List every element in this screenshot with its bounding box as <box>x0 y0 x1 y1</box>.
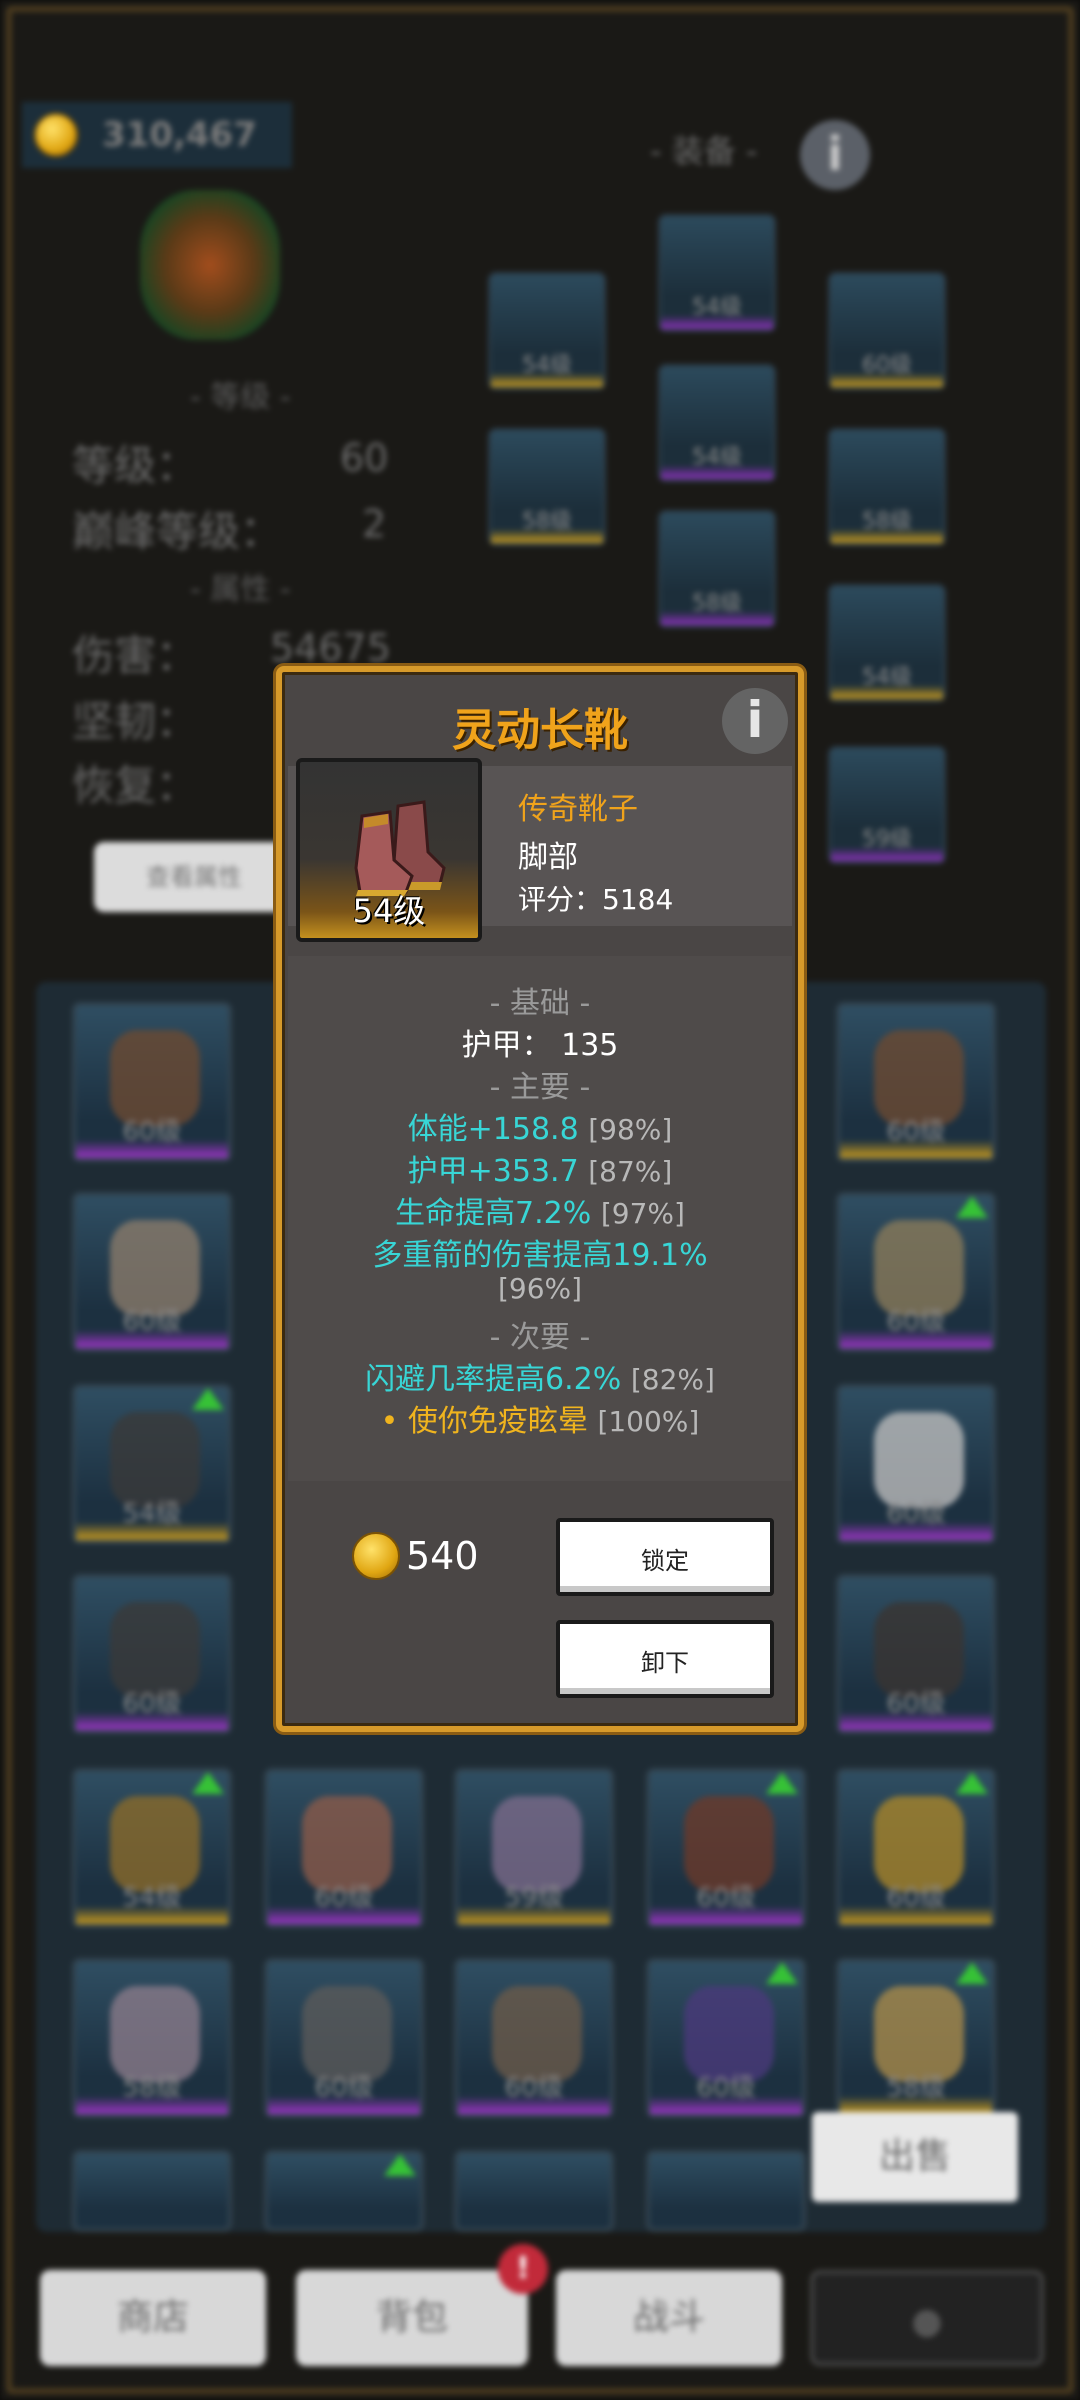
nav-locked-button[interactable]: ● <box>810 2270 1044 2366</box>
upgrade-arrow-icon <box>766 1962 798 1984</box>
peak-level-value: 2 <box>362 502 387 546</box>
equipment-title: - 装备 - <box>650 132 758 170</box>
bag-item[interactable] <box>264 2150 424 2232</box>
bag-item[interactable]: 60级 <box>646 1958 806 2118</box>
upgrade-arrow-icon <box>766 1772 798 1794</box>
bag-item[interactable]: 60级 <box>836 1002 996 1162</box>
recovery-label: 恢复： <box>72 761 199 810</box>
bag-item[interactable]: 60级 <box>264 1958 424 2118</box>
bag-item[interactable]: 59级 <box>454 1768 614 1928</box>
view-attributes-button[interactable]: 查看属性 <box>94 842 294 912</box>
upgrade-arrow-icon <box>956 1962 988 1984</box>
bag-item[interactable]: 54级 <box>72 1768 232 1928</box>
item-slot: 脚部 <box>518 840 578 875</box>
notification-badge: ! <box>498 2244 548 2294</box>
gold-counter: 310,467 <box>22 102 292 168</box>
bag-item[interactable] <box>646 2150 806 2232</box>
gold-coin-icon <box>352 1532 400 1580</box>
upgrade-arrow-icon <box>956 1772 988 1794</box>
legendary-stat: • 使你免疫眩晕 [100%] <box>380 1404 700 1439</box>
item-score: 评分：5184 <box>518 878 673 918</box>
equipment-info-icon[interactable]: i <box>800 120 870 190</box>
gold-amount: 310,467 <box>102 115 257 155</box>
nav-shop-button[interactable]: 商店 <box>40 2270 266 2366</box>
nav-bag-button[interactable]: 背包 <box>296 2270 528 2366</box>
damage-label: 伤害： <box>72 631 199 680</box>
bag-item[interactable]: 60级 <box>72 1574 232 1734</box>
equip-slot-gloves[interactable]: 58级 <box>488 428 606 546</box>
secondary-section-header: - 次要 - <box>489 1320 591 1355</box>
bag-item[interactable]: 60级 <box>264 1768 424 1928</box>
equip-slot-bracer[interactable]: 58级 <box>828 428 946 546</box>
upgrade-arrow-icon <box>384 2154 416 2176</box>
item-level: 54级 <box>352 892 426 930</box>
level-label: 等级： <box>72 441 199 490</box>
basic-stat: 护甲： 135 <box>461 1028 619 1063</box>
bag-item[interactable]: 58级 <box>72 1958 232 2118</box>
nav-battle-button[interactable]: 战斗 <box>556 2270 782 2366</box>
level-section-header: - 等级 - <box>190 380 291 415</box>
lock-icon: ● <box>911 2301 943 2342</box>
lock-button[interactable]: 锁定 <box>556 1518 774 1596</box>
upgrade-arrow-icon <box>192 1772 224 1794</box>
main-stat: 多重箭的伤害提高19.1% <box>372 1238 708 1273</box>
main-section-header: - 主要 - <box>489 1070 591 1105</box>
bag-item[interactable]: 60级 <box>836 1192 996 1352</box>
bag-item[interactable]: 58级 <box>836 1958 996 2118</box>
score-label: 评分： <box>518 883 603 916</box>
secondary-stat: 闪避几率提高6.2% [82%] <box>365 1362 715 1397</box>
bag-item[interactable]: 60级 <box>72 1002 232 1162</box>
equip-slot-weapon[interactable]: 59级 <box>828 746 946 864</box>
main-stat-percent: [96%] <box>497 1272 583 1305</box>
main-stat: 护甲+353.7 [87%] <box>407 1154 673 1189</box>
damage-value: 54675 <box>270 626 391 670</box>
main-stat: 生命提高7.2% [97%] <box>395 1196 685 1231</box>
sell-price: 540 <box>406 1534 479 1578</box>
attributes-section-header: - 属性 - <box>190 572 291 607</box>
item-detail-popup: 灵动长靴 i 54级 传奇靴子 脚部 评分：5184 - 基础 - 护甲： 13… <box>276 666 804 1732</box>
info-icon[interactable]: i <box>722 688 788 754</box>
bag-item[interactable]: 60级 <box>836 1574 996 1734</box>
bag-item[interactable]: 60级 <box>836 1384 996 1544</box>
equip-slot-helmet[interactable]: 54级 <box>488 272 606 390</box>
item-icon-frame: 54级 <box>296 758 482 942</box>
upgrade-arrow-icon <box>956 1196 988 1218</box>
score-value: 5184 <box>602 883 674 916</box>
boots-icon <box>354 800 446 896</box>
unequip-button[interactable]: 卸下 <box>556 1620 774 1698</box>
bag-item[interactable]: 54级 <box>72 1384 232 1544</box>
hero-portrait[interactable] <box>140 190 280 340</box>
bag-item[interactable]: 60级 <box>646 1768 806 1928</box>
toughness-label: 坚韧： <box>72 697 199 746</box>
equip-slot-ring[interactable]: 58级 <box>658 510 776 628</box>
equip-slot-bracelet[interactable]: 54级 <box>828 584 946 702</box>
bag-item[interactable]: 60级 <box>836 1768 996 1928</box>
peak-level-label: 巅峰等级： <box>72 507 283 556</box>
equip-slot-amulet[interactable]: 60级 <box>828 272 946 390</box>
bag-item[interactable] <box>72 2150 232 2232</box>
item-rarity-type: 传奇靴子 <box>518 792 638 827</box>
bag-item[interactable] <box>454 2150 614 2232</box>
basic-section-header: - 基础 - <box>489 986 591 1021</box>
level-value: 60 <box>340 436 389 480</box>
main-stat: 体能+158.8 [98%] <box>407 1112 673 1147</box>
bag-item[interactable]: 60级 <box>72 1192 232 1352</box>
equip-slot-crown[interactable]: 54级 <box>658 214 776 332</box>
upgrade-arrow-icon <box>192 1388 224 1410</box>
gold-coin-icon <box>34 113 78 157</box>
bag-item[interactable]: 60级 <box>454 1958 614 2118</box>
sell-button[interactable]: 出售 <box>812 2112 1018 2202</box>
equip-slot-cape[interactable]: 54级 <box>658 364 776 482</box>
